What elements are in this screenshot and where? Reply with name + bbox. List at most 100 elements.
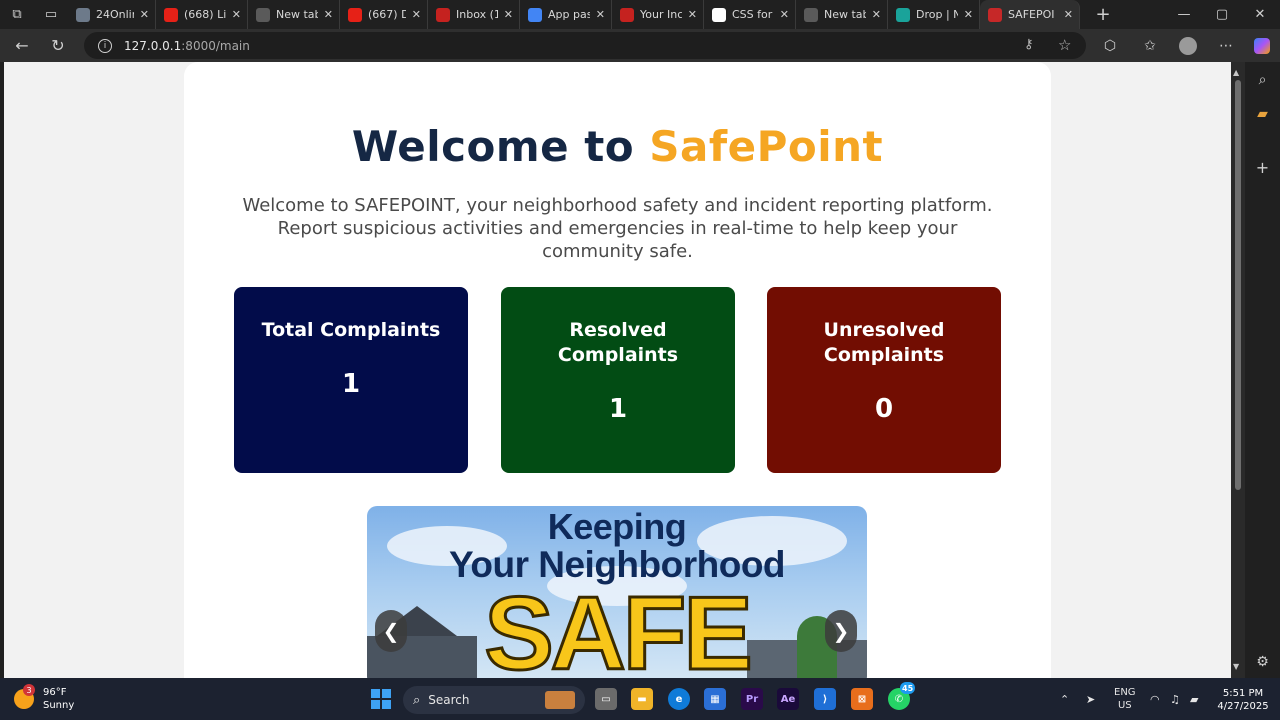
favorite-star-icon[interactable]: ☆ [1058, 36, 1071, 54]
minimize-button[interactable]: — [1165, 0, 1203, 29]
close-tab-icon[interactable]: ✕ [596, 8, 605, 21]
maximize-button[interactable]: ▢ [1203, 0, 1241, 29]
tab-title: App pass [548, 8, 590, 21]
tools-icon[interactable]: ▰ [1245, 106, 1280, 122]
carousel-next-button[interactable]: ❯ [825, 610, 857, 652]
settings-gear-icon[interactable]: ⚙ [1245, 654, 1280, 670]
workspaces-icon[interactable]: ⧉ [0, 0, 34, 29]
close-tab-icon[interactable]: ✕ [504, 8, 513, 21]
favorites-icon[interactable]: ✩ [1134, 29, 1166, 62]
tab-title: (667) Dep [368, 8, 406, 21]
start-button[interactable] [371, 689, 391, 709]
resolved-complaints-card: Resolved Complaints 1 [501, 287, 735, 473]
browser-sidebar: ⌕ ▰ + ⚙ [1245, 62, 1280, 678]
browser-tab[interactable]: SAFEPOI ✕ [980, 0, 1080, 29]
page-title: Welcome to SafePoint [351, 122, 884, 171]
copilot-icon[interactable] [1246, 29, 1278, 62]
stat-value: 1 [341, 369, 361, 399]
close-tab-icon[interactable]: ✕ [232, 8, 241, 21]
close-tab-icon[interactable]: ✕ [324, 8, 333, 21]
carousel-prev-button[interactable]: ❮ [375, 610, 407, 652]
close-tab-icon[interactable]: ✕ [1064, 8, 1073, 21]
browser-tab[interactable]: New tab ✕ [796, 0, 888, 29]
browser-tab[interactable]: New tab ✕ [248, 0, 340, 29]
tab-favicon-icon [348, 7, 362, 22]
premiere-pro-icon[interactable]: Pr [741, 688, 763, 710]
whatsapp-icon[interactable]: ✆ 45 [888, 682, 916, 710]
stat-value: 0 [874, 394, 894, 424]
tab-title: 24Online [96, 8, 134, 21]
after-effects-icon[interactable]: Ae [777, 688, 799, 710]
tab-favicon-icon [528, 7, 542, 22]
close-tab-icon[interactable]: ✕ [688, 8, 697, 21]
close-tab-icon[interactable]: ✕ [872, 8, 881, 21]
weather-widget[interactable]: 3 96°F Sunny [14, 684, 74, 712]
key-icon[interactable]: ⚷ [1024, 37, 1034, 52]
task-view-icon[interactable]: ▭ [595, 688, 617, 710]
tab-actions-icon[interactable]: ▭ [34, 0, 68, 29]
tab-title: New tab [276, 8, 318, 21]
system-clock[interactable]: 5:51 PM 4/27/2025 [1210, 687, 1276, 713]
intro-line: Welcome to SAFEPOINT, your neighborhood … [242, 195, 993, 216]
extensions-icon[interactable]: ⬡ [1094, 29, 1126, 62]
more-menu-icon[interactable]: ⋯ [1210, 29, 1242, 62]
new-tab-button[interactable]: + [1086, 0, 1120, 29]
browser-tab[interactable]: (667) Dep ✕ [340, 0, 428, 29]
stat-label: Unresolved Complaints [823, 319, 945, 366]
tab-favicon-icon [988, 7, 1002, 22]
file-explorer-icon[interactable]: ▬ [631, 688, 653, 710]
show-hidden-icons[interactable]: ⌃ [1060, 678, 1069, 720]
close-tab-icon[interactable]: ✕ [780, 8, 789, 21]
whatsapp-badge: 45 [900, 682, 916, 694]
scroll-down-arrow[interactable]: ▼ [1233, 662, 1239, 671]
close-window-button[interactable]: ✕ [1241, 0, 1279, 29]
store-icon[interactable]: ▦ [704, 688, 726, 710]
browser-tab[interactable]: CSS for In ✕ [704, 0, 796, 29]
total-complaints-card: Total Complaints 1 [234, 287, 468, 473]
add-sidebar-app-icon[interactable]: + [1245, 158, 1280, 177]
tab-title: (668) Like [184, 8, 226, 21]
vscode-icon[interactable]: ⟩ [814, 688, 836, 710]
tab-title: Drop | Ne [916, 8, 958, 21]
volume-icon[interactable]: ♫ [1170, 678, 1180, 720]
intro-line: Report suspicious activities and emergen… [277, 218, 958, 239]
weather-badge: 3 [23, 684, 35, 696]
page-scrollbar[interactable]: ▲ ▼ [1231, 62, 1245, 678]
image-carousel: Keeping Your Neighborhood SAFE ❮ ❯ [367, 506, 867, 678]
tab-favicon-icon [804, 7, 818, 22]
taskbar-search[interactable]: ⌕ Search [403, 686, 585, 714]
xampp-icon[interactable]: ⊠ [851, 688, 873, 710]
browser-tab[interactable]: Drop | Ne ✕ [888, 0, 980, 29]
stat-value: 1 [608, 394, 628, 424]
search-icon[interactable]: ⌕ [1245, 72, 1280, 88]
scroll-thumb[interactable] [1235, 80, 1241, 490]
browser-tab[interactable]: 24Online ✕ [68, 0, 156, 29]
location-icon[interactable]: ➤ [1086, 678, 1095, 720]
wifi-icon[interactable]: ◠ [1150, 678, 1160, 720]
browser-tab[interactable]: Inbox (1, ✕ [428, 0, 520, 29]
tab-favicon-icon [256, 7, 270, 22]
url-text[interactable]: 127.0.0.1:8000/main [124, 39, 250, 53]
profile-avatar[interactable] [1172, 29, 1204, 62]
refresh-button[interactable]: ↻ [40, 29, 76, 62]
unresolved-complaints-card: Unresolved Complaints 0 [767, 287, 1001, 473]
browser-tab[interactable]: App pass ✕ [520, 0, 612, 29]
close-tab-icon[interactable]: ✕ [140, 8, 149, 21]
stat-label: Total Complaints [261, 319, 441, 341]
stat-label: Resolved Complaints [557, 319, 679, 366]
page-viewport: Welcome to SafePoint Welcome to SAFEPOIN… [4, 62, 1231, 678]
back-button[interactable]: ← [4, 29, 40, 62]
close-tab-icon[interactable]: ✕ [412, 8, 421, 21]
tab-title: SAFEPOI [1008, 8, 1055, 21]
browser-tab[interactable]: (668) Like ✕ [156, 0, 248, 29]
browser-tab[interactable]: Your Incid ✕ [612, 0, 704, 29]
scroll-up-arrow[interactable]: ▲ [1233, 68, 1239, 77]
address-bar[interactable]: i 127.0.0.1:8000/main [84, 32, 1086, 59]
battery-icon[interactable]: ▰ [1190, 678, 1198, 720]
tab-favicon-icon [164, 7, 178, 22]
edge-browser-icon[interactable]: e [668, 688, 690, 710]
close-tab-icon[interactable]: ✕ [964, 8, 973, 21]
clock-date: 4/27/2025 [1217, 701, 1269, 712]
site-info-icon[interactable]: i [98, 38, 112, 53]
language-indicator[interactable]: ENG US [1114, 678, 1136, 720]
